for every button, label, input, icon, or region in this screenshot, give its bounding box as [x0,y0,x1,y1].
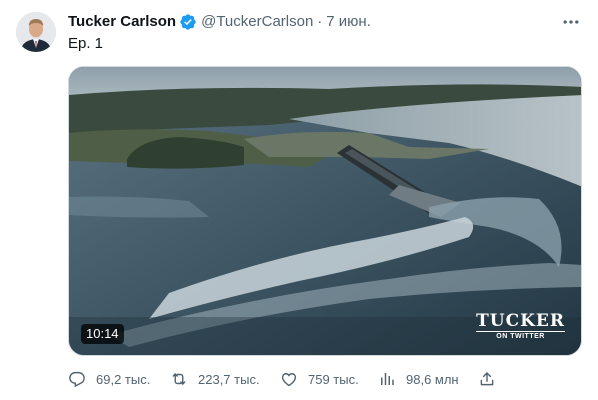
watermark-main: TUCKER [476,311,565,331]
views-icon [381,373,394,385]
reply-count: 69,2 тыс. [96,371,151,387]
reply-button[interactable]: 69,2 тыс. [68,368,150,390]
more-options-button[interactable] [556,10,586,34]
tucker-watermark: TUCKER ON TWITTER [476,313,565,341]
avatar[interactable] [16,12,56,52]
view-count: 98,6 млн [406,371,459,387]
like-button[interactable]: 759 тыс. [280,368,359,390]
separator-dot: · [317,13,323,30]
tweet-actions: 69,2 тыс. 223,7 тыс. 759 тыс. 98,6 млн [68,368,498,390]
watermark-sub: ON TWITTER [476,331,565,341]
more-options-icon [563,20,579,24]
reply-icon [69,371,85,388]
video-player[interactable]: 10:14 TUCKER ON TWITTER [68,66,582,356]
share-icon [480,372,494,386]
tweet-header: Tucker Carlson @TuckerCarlson · 7 июн. [68,12,371,32]
like-icon [281,373,297,387]
retweet-icon [172,373,186,385]
like-count: 759 тыс. [308,371,359,387]
verified-badge-icon [179,13,197,31]
retweet-button[interactable]: 223,7 тыс. [170,368,260,390]
views-button[interactable]: 98,6 млн [378,368,459,390]
tweet-date[interactable]: 7 июн. [326,12,371,32]
author-handle[interactable]: @TuckerCarlson [201,12,313,32]
tweet[interactable]: Tucker Carlson @TuckerCarlson · 7 июн. E… [0,0,598,400]
tweet-text: Ep. 1 [68,35,104,52]
retweet-count: 223,7 тыс. [198,371,260,387]
video-duration: 10:14 [81,324,124,344]
share-button[interactable] [478,368,506,390]
author-name[interactable]: Tucker Carlson [68,12,176,32]
